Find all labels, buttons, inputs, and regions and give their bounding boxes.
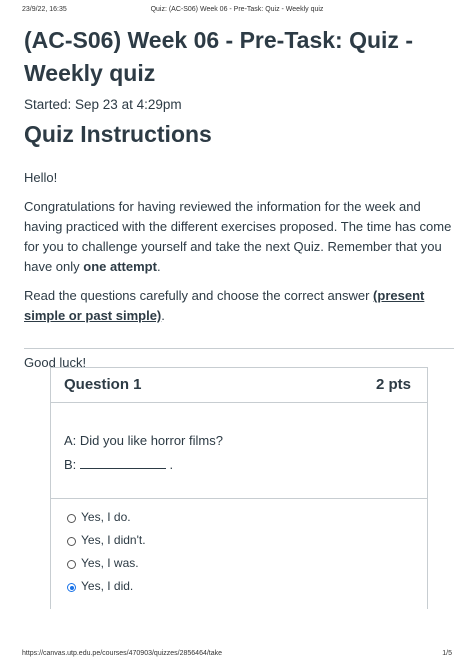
radio-button[interactable] bbox=[67, 560, 76, 569]
started-timestamp: Started: Sep 23 at 4:29pm bbox=[24, 97, 182, 112]
instructions-body: Hello! Congratulations for having review… bbox=[24, 168, 452, 373]
instructions-paragraph-1: Congratulations for having reviewed the … bbox=[24, 199, 452, 274]
answer-list: Yes, I do. Yes, I didn't. Yes, I was. Ye… bbox=[51, 498, 427, 599]
question-header: Question 1 2 pts bbox=[51, 368, 427, 403]
question-card: Question 1 2 pts A: Did you like horror … bbox=[50, 367, 428, 609]
answer-label: Yes, I do. bbox=[81, 510, 131, 524]
page-content: (AC-S06) Week 06 - Pre-Task: Quiz - Week… bbox=[24, 24, 452, 373]
radio-button-selected[interactable] bbox=[67, 583, 76, 592]
instructions-hello: Hello! bbox=[24, 170, 58, 185]
answer-option[interactable]: Yes, I didn't. bbox=[51, 530, 427, 553]
answer-option[interactable]: Yes, I did. bbox=[51, 576, 427, 599]
answer-option[interactable]: Yes, I do. bbox=[51, 507, 427, 530]
instructions-paragraph-2: Read the questions carefully and choose … bbox=[24, 288, 425, 323]
page-title: (AC-S06) Week 06 - Pre-Task: Quiz - Week… bbox=[24, 27, 413, 86]
radio-button[interactable] bbox=[67, 514, 76, 523]
one-attempt-emphasis: one attempt bbox=[83, 259, 157, 274]
radio-button[interactable] bbox=[67, 537, 76, 546]
print-footer: https://canvas.utp.edu.pe/courses/470903… bbox=[0, 650, 474, 662]
question-name: Question 1 bbox=[64, 376, 142, 393]
answer-label: Yes, I was. bbox=[81, 556, 139, 570]
instructions-heading: Quiz Instructions bbox=[24, 121, 212, 147]
answer-label: Yes, I didn't. bbox=[81, 533, 146, 547]
answer-label: Yes, I did. bbox=[81, 579, 134, 593]
question-line-2: B: . bbox=[64, 457, 174, 472]
question-text: A: Did you like horror films? B: . bbox=[51, 433, 427, 472]
print-page-number: 1/5 bbox=[442, 650, 452, 657]
print-url: https://canvas.utp.edu.pe/courses/470903… bbox=[22, 650, 223, 657]
print-doc-title: Quiz: (AC-S06) Week 06 - Pre-Task: Quiz … bbox=[150, 6, 324, 13]
question-points: 2 pts bbox=[375, 376, 411, 393]
section-divider bbox=[24, 348, 454, 349]
question-line-1: A: Did you like horror films? bbox=[64, 433, 223, 448]
answer-option[interactable]: Yes, I was. bbox=[51, 553, 427, 576]
print-header: 23/9/22, 16:35 Quiz: (AC-S06) Week 06 - … bbox=[0, 6, 474, 18]
answer-blank bbox=[79, 457, 166, 469]
